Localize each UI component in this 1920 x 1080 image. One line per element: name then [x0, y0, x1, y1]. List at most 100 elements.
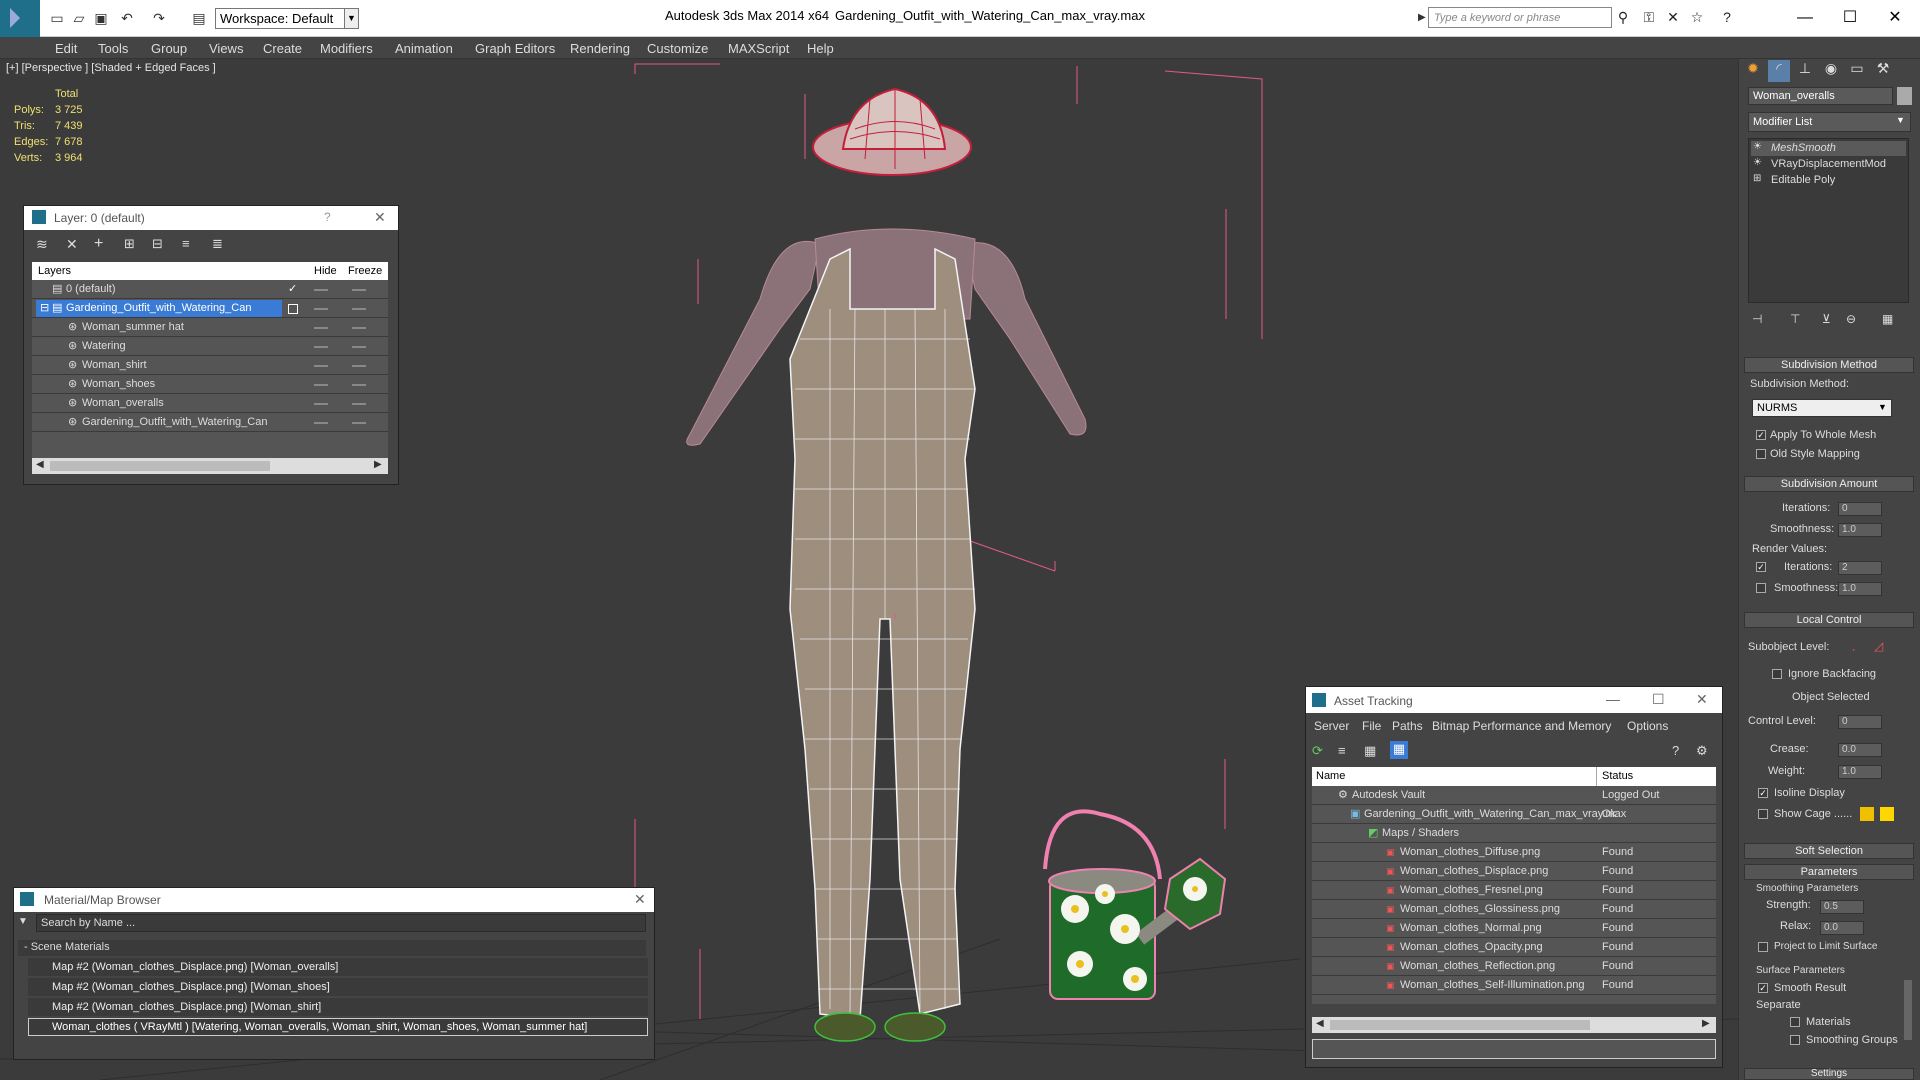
hide-toggle[interactable]	[314, 289, 328, 291]
cage-color-swatch[interactable]	[1860, 807, 1874, 821]
name-column-header[interactable]: Name	[1316, 770, 1345, 782]
asset-row[interactable]: ▣ Woman_clothes_Fresnel.png Found	[1312, 881, 1716, 900]
material-browser-title[interactable]: Material/Map Browser	[14, 888, 654, 912]
layer-horizontal-scrollbar[interactable]: ◀ ▶	[32, 458, 388, 474]
undo-icon[interactable]: ↶	[118, 9, 136, 27]
strength-spinner[interactable]: 0.5	[1820, 900, 1864, 914]
status-column-header[interactable]: Status	[1602, 770, 1633, 782]
search-expand-icon[interactable]: ▶	[1418, 12, 1426, 23]
make-current-toggle[interactable]	[288, 304, 298, 314]
freeze-toggle[interactable]	[352, 403, 366, 405]
menu-server[interactable]: Server	[1314, 719, 1349, 733]
asset-row[interactable]: ▣ Woman_clothes_Self-Illumination.png Fo…	[1312, 976, 1716, 995]
refresh-icon[interactable]: ⟳	[1312, 743, 1323, 759]
menu-rendering[interactable]: Rendering	[570, 41, 630, 56]
menu-maxscript[interactable]: MAXScript	[728, 41, 789, 56]
create-layer-icon[interactable]: ≋	[36, 236, 48, 253]
menu-create[interactable]: Create	[263, 41, 302, 56]
stack-item-meshsmooth[interactable]: MeshSmooth	[1751, 141, 1906, 156]
binoculars-icon[interactable]: ⚲	[1614, 9, 1632, 27]
make-unique-icon[interactable]: ⊻	[1822, 312, 1831, 326]
new-file-icon[interactable]: ▭	[48, 9, 66, 27]
minimize-icon[interactable]: —	[1606, 691, 1620, 707]
asset-row[interactable]: ▣ Woman_clothes_Normal.png Found	[1312, 919, 1716, 938]
render-smoothness-checkbox[interactable]	[1756, 583, 1766, 593]
smooth-result-checkbox[interactable]: ✓	[1758, 983, 1768, 993]
material-item[interactable]: Woman_clothes ( VRayMtl ) [Watering, Wom…	[28, 1018, 648, 1036]
subdivision-amount-rollout[interactable]: Subdivision Amount	[1744, 476, 1914, 492]
layer-row[interactable]: ⊟ ▤ Gardening_Outfit_with_Watering_Can	[32, 299, 388, 318]
hide-column-header[interactable]: Hide	[314, 265, 337, 277]
lightbulb-icon[interactable]: ☀	[1753, 157, 1762, 168]
close-icon[interactable]: ✕	[1696, 691, 1708, 708]
utilities-tab-icon[interactable]: ⚒	[1872, 60, 1894, 82]
close-icon[interactable]: ✕	[374, 209, 386, 226]
settings-rollout[interactable]: Settings	[1744, 1068, 1914, 1080]
hide-toggle[interactable]	[314, 308, 328, 310]
show-end-result-icon[interactable]: ⊤	[1790, 312, 1800, 326]
delete-layer-icon[interactable]: ✕	[66, 236, 78, 253]
workspace-select[interactable]: Workspace: Default	[215, 8, 345, 29]
menu-edit[interactable]: Edit	[55, 41, 77, 56]
redo-icon[interactable]: ↷	[150, 9, 168, 27]
object-name-field[interactable]: Woman_overalls	[1748, 87, 1893, 105]
asset-horizontal-scrollbar[interactable]: ◀ ▶	[1312, 1017, 1716, 1033]
scroll-left-icon[interactable]: ◀	[1316, 1018, 1324, 1029]
expand-icon[interactable]: ⊞	[1753, 173, 1761, 184]
asset-row[interactable]: ▣ Woman_clothes_Diffuse.png Found	[1312, 843, 1716, 862]
asset-row[interactable]: ⚙ Autodesk Vault Logged Out	[1312, 786, 1716, 805]
smoothness-spinner[interactable]: 1.0	[1838, 523, 1882, 537]
menu-paths[interactable]: Paths	[1392, 719, 1423, 733]
selected-cage-color-swatch[interactable]	[1880, 807, 1894, 821]
material-item[interactable]: Map #2 (Woman_clothes_Displace.png) [Wom…	[28, 958, 648, 976]
modifier-list-dropdown[interactable]: Modifier List	[1748, 112, 1911, 132]
scene-materials-group[interactable]: - Scene Materials	[18, 940, 646, 956]
display-tab-icon[interactable]: ▭	[1846, 60, 1868, 82]
freeze-toggle[interactable]	[352, 327, 366, 329]
menu-help[interactable]: Help	[807, 41, 834, 56]
asset-row[interactable]: ▣ Woman_clothes_Displace.png Found	[1312, 862, 1716, 881]
menu-tools[interactable]: Tools	[98, 41, 128, 56]
menu-bitmap-performance[interactable]: Bitmap Performance and Memory	[1432, 719, 1611, 733]
render-iterations-spinner[interactable]: 2	[1838, 561, 1882, 575]
close-icon[interactable]: ✕	[1875, 4, 1915, 32]
browser-options-icon[interactable]: ▼	[18, 916, 28, 927]
old-style-mapping-checkbox[interactable]	[1756, 449, 1766, 459]
weight-spinner[interactable]: 1.0	[1838, 765, 1882, 779]
remove-modifier-icon[interactable]: ⊖	[1846, 312, 1856, 326]
list-view-icon[interactable]: ≡	[1338, 743, 1346, 758]
stack-item-editable-poly[interactable]: Editable Poly	[1751, 173, 1906, 188]
save-icon[interactable]: ▣	[92, 9, 110, 27]
stack-item-vraydisplacement[interactable]: VRayDisplacementMod	[1751, 157, 1906, 172]
iterations-spinner[interactable]: 0	[1838, 502, 1882, 516]
hide-toggle[interactable]	[314, 365, 328, 367]
menu-views[interactable]: Views	[209, 41, 243, 56]
object-color-swatch[interactable]	[1897, 87, 1912, 105]
layer-object-row[interactable]: ⊛ Woman_shirt	[32, 356, 388, 375]
freeze-toggle[interactable]	[352, 365, 366, 367]
add-to-layer-icon[interactable]: +	[94, 235, 103, 253]
local-control-rollout[interactable]: Local Control	[1744, 612, 1914, 628]
material-item[interactable]: Map #2 (Woman_clothes_Displace.png) [Wom…	[28, 978, 648, 996]
layer-row[interactable]: ▤ 0 (default) ✓	[32, 280, 388, 299]
highlight-layer-icon[interactable]: ⊟	[152, 236, 163, 252]
relax-spinner[interactable]: 0.0	[1820, 921, 1864, 935]
chevron-down-icon[interactable]: ▼	[1896, 115, 1905, 125]
settings-icon[interactable]: ⚙	[1696, 743, 1708, 759]
maximize-icon[interactable]: ☐	[1830, 4, 1870, 32]
project-limit-surface-checkbox[interactable]	[1758, 942, 1768, 952]
asset-row[interactable]: ◩ Maps / Shaders	[1312, 824, 1716, 843]
help-icon[interactable]: ?	[1718, 9, 1736, 27]
motion-tab-icon[interactable]: ◉	[1820, 60, 1842, 82]
hide-toggle[interactable]	[314, 384, 328, 386]
favorites-star-icon[interactable]: ☆	[1688, 9, 1706, 27]
material-search-input[interactable]: Search by Name ...	[36, 914, 646, 932]
asset-row[interactable]: ▣ Woman_clothes_Glossiness.png Found	[1312, 900, 1716, 919]
project-folder-icon[interactable]: ▤	[190, 9, 208, 27]
freeze-column-header[interactable]: Freeze	[348, 265, 382, 277]
close-icon[interactable]: ✕	[634, 891, 646, 908]
hide-toggle[interactable]	[314, 422, 328, 424]
soft-selection-rollout[interactable]: Soft Selection	[1744, 843, 1914, 859]
layer-object-row[interactable]: ⊛ Woman_summer hat	[32, 318, 388, 337]
layers-column-header[interactable]: Layers	[38, 265, 71, 277]
